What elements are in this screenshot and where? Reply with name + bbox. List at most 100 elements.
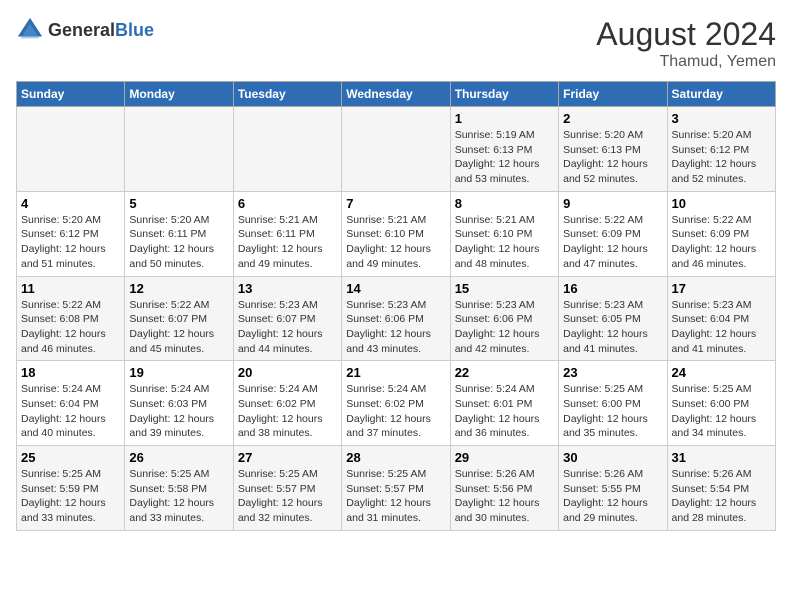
day-info: Sunrise: 5:24 AM Sunset: 6:01 PM Dayligh… bbox=[455, 382, 554, 441]
day-number: 13 bbox=[238, 281, 337, 296]
day-info: Sunrise: 5:25 AM Sunset: 5:58 PM Dayligh… bbox=[129, 467, 228, 526]
header-day: Saturday bbox=[667, 82, 775, 107]
calendar-body: 1Sunrise: 5:19 AM Sunset: 6:13 PM Daylig… bbox=[17, 107, 776, 531]
day-info: Sunrise: 5:20 AM Sunset: 6:12 PM Dayligh… bbox=[21, 213, 120, 272]
header-day: Wednesday bbox=[342, 82, 450, 107]
calendar-cell: 11Sunrise: 5:22 AM Sunset: 6:08 PM Dayli… bbox=[17, 276, 125, 361]
calendar-title: August 2024 bbox=[596, 16, 776, 53]
page-header: GeneralBlue August 2024 Thamud, Yemen bbox=[16, 16, 776, 71]
calendar-cell: 17 Sunrise: 5:23 AM Sunset: 6:04 PM Dayli… bbox=[667, 276, 775, 361]
day-number: 27 bbox=[238, 450, 337, 465]
calendar-cell: 7Sunrise: 5:21 AM Sunset: 6:10 PM Daylig… bbox=[342, 191, 450, 276]
calendar-cell: 4 Sunrise: 5:20 AM Sunset: 6:12 PM Daylig… bbox=[17, 191, 125, 276]
day-number: 20 bbox=[238, 365, 337, 380]
logo-icon bbox=[16, 16, 44, 44]
day-info: Sunrise: 5:25 AM Sunset: 5:57 PM Dayligh… bbox=[346, 467, 445, 526]
calendar-week-row: 1Sunrise: 5:19 AM Sunset: 6:13 PM Daylig… bbox=[17, 107, 776, 192]
calendar-week-row: 4 Sunrise: 5:20 AM Sunset: 6:12 PM Daylig… bbox=[17, 191, 776, 276]
calendar-cell: 22 Sunrise: 5:24 AM Sunset: 6:01 PM Dayli… bbox=[450, 361, 558, 446]
calendar-cell: 20 Sunrise: 5:24 AM Sunset: 6:02 PM Dayli… bbox=[233, 361, 341, 446]
day-info: Sunrise: 5:26 AM Sunset: 5:54 PM Dayligh… bbox=[672, 467, 771, 526]
day-number: 15 bbox=[455, 281, 554, 296]
calendar-week-row: 25 Sunrise: 5:25 AM Sunset: 5:59 PM Dayli… bbox=[17, 446, 776, 531]
header-day: Thursday bbox=[450, 82, 558, 107]
calendar-cell: 1Sunrise: 5:19 AM Sunset: 6:13 PM Daylig… bbox=[450, 107, 558, 192]
header-day: Friday bbox=[559, 82, 667, 107]
day-number: 12 bbox=[129, 281, 228, 296]
day-number: 7 bbox=[346, 196, 445, 211]
day-info: Sunrise: 5:24 AM Sunset: 6:02 PM Dayligh… bbox=[238, 382, 337, 441]
calendar-cell: 3 Sunrise: 5:20 AM Sunset: 6:12 PM Daylig… bbox=[667, 107, 775, 192]
day-info: Sunrise: 5:25 AM Sunset: 6:00 PM Dayligh… bbox=[672, 382, 771, 441]
calendar-week-row: 18 Sunrise: 5:24 AM Sunset: 6:04 PM Dayli… bbox=[17, 361, 776, 446]
header-row: SundayMondayTuesdayWednesdayThursdayFrid… bbox=[17, 82, 776, 107]
calendar-cell: 9 Sunrise: 5:22 AM Sunset: 6:09 PM Daylig… bbox=[559, 191, 667, 276]
title-block: August 2024 Thamud, Yemen bbox=[596, 16, 776, 71]
calendar-cell: 26 Sunrise: 5:25 AM Sunset: 5:58 PM Dayli… bbox=[125, 446, 233, 531]
day-number: 26 bbox=[129, 450, 228, 465]
day-info: Sunrise: 5:23 AM Sunset: 6:06 PM Dayligh… bbox=[455, 298, 554, 357]
day-info: Sunrise: 5:26 AM Sunset: 5:55 PM Dayligh… bbox=[563, 467, 662, 526]
day-info: Sunrise: 5:25 AM Sunset: 5:59 PM Dayligh… bbox=[21, 467, 120, 526]
logo: GeneralBlue bbox=[16, 16, 154, 44]
calendar-cell bbox=[233, 107, 341, 192]
day-number: 25 bbox=[21, 450, 120, 465]
calendar-cell: 24Sunrise: 5:25 AM Sunset: 6:00 PM Dayli… bbox=[667, 361, 775, 446]
header-day: Monday bbox=[125, 82, 233, 107]
day-number: 22 bbox=[455, 365, 554, 380]
day-number: 19 bbox=[129, 365, 228, 380]
calendar-cell: 29 Sunrise: 5:26 AM Sunset: 5:56 PM Dayli… bbox=[450, 446, 558, 531]
calendar-cell: 25 Sunrise: 5:25 AM Sunset: 5:59 PM Dayli… bbox=[17, 446, 125, 531]
day-number: 18 bbox=[21, 365, 120, 380]
calendar-cell: 5 Sunrise: 5:20 AM Sunset: 6:11 PM Daylig… bbox=[125, 191, 233, 276]
calendar-cell: 23 Sunrise: 5:25 AM Sunset: 6:00 PM Dayli… bbox=[559, 361, 667, 446]
day-info: Sunrise: 5:25 AM Sunset: 6:00 PM Dayligh… bbox=[563, 382, 662, 441]
day-number: 31 bbox=[672, 450, 771, 465]
day-info: Sunrise: 5:19 AM Sunset: 6:13 PM Dayligh… bbox=[455, 128, 554, 187]
logo-general: General bbox=[48, 20, 115, 40]
day-number: 10 bbox=[672, 196, 771, 211]
calendar-cell: 30Sunrise: 5:26 AM Sunset: 5:55 PM Dayli… bbox=[559, 446, 667, 531]
day-info: Sunrise: 5:24 AM Sunset: 6:03 PM Dayligh… bbox=[129, 382, 228, 441]
day-info: Sunrise: 5:21 AM Sunset: 6:11 PM Dayligh… bbox=[238, 213, 337, 272]
day-number: 29 bbox=[455, 450, 554, 465]
day-info: Sunrise: 5:22 AM Sunset: 6:08 PM Dayligh… bbox=[21, 298, 120, 357]
day-info: Sunrise: 5:20 AM Sunset: 6:13 PM Dayligh… bbox=[563, 128, 662, 187]
day-number: 9 bbox=[563, 196, 662, 211]
header-day: Sunday bbox=[17, 82, 125, 107]
day-number: 17 bbox=[672, 281, 771, 296]
day-info: Sunrise: 5:23 AM Sunset: 6:06 PM Dayligh… bbox=[346, 298, 445, 357]
day-info: Sunrise: 5:23 AM Sunset: 6:04 PM Dayligh… bbox=[672, 298, 771, 357]
calendar-cell bbox=[342, 107, 450, 192]
calendar-cell bbox=[125, 107, 233, 192]
day-info: Sunrise: 5:22 AM Sunset: 6:09 PM Dayligh… bbox=[563, 213, 662, 272]
day-info: Sunrise: 5:23 AM Sunset: 6:07 PM Dayligh… bbox=[238, 298, 337, 357]
calendar-cell: 13 Sunrise: 5:23 AM Sunset: 6:07 PM Dayli… bbox=[233, 276, 341, 361]
day-number: 5 bbox=[129, 196, 228, 211]
calendar-table: SundayMondayTuesdayWednesdayThursdayFrid… bbox=[16, 81, 776, 531]
day-number: 4 bbox=[21, 196, 120, 211]
day-number: 23 bbox=[563, 365, 662, 380]
logo-blue: Blue bbox=[115, 20, 154, 40]
calendar-cell: 31 Sunrise: 5:26 AM Sunset: 5:54 PM Dayli… bbox=[667, 446, 775, 531]
calendar-cell: 6 Sunrise: 5:21 AM Sunset: 6:11 PM Daylig… bbox=[233, 191, 341, 276]
day-number: 3 bbox=[672, 111, 771, 126]
day-info: Sunrise: 5:20 AM Sunset: 6:12 PM Dayligh… bbox=[672, 128, 771, 187]
calendar-cell: 10Sunrise: 5:22 AM Sunset: 6:09 PM Dayli… bbox=[667, 191, 775, 276]
calendar-subtitle: Thamud, Yemen bbox=[596, 53, 776, 71]
calendar-cell: 18 Sunrise: 5:24 AM Sunset: 6:04 PM Dayli… bbox=[17, 361, 125, 446]
day-number: 6 bbox=[238, 196, 337, 211]
day-number: 28 bbox=[346, 450, 445, 465]
header-day: Tuesday bbox=[233, 82, 341, 107]
day-info: Sunrise: 5:24 AM Sunset: 6:04 PM Dayligh… bbox=[21, 382, 120, 441]
calendar-cell: 15 Sunrise: 5:23 AM Sunset: 6:06 PM Dayli… bbox=[450, 276, 558, 361]
calendar-header: SundayMondayTuesdayWednesdayThursdayFrid… bbox=[17, 82, 776, 107]
day-number: 21 bbox=[346, 365, 445, 380]
calendar-cell: 12Sunrise: 5:22 AM Sunset: 6:07 PM Dayli… bbox=[125, 276, 233, 361]
day-info: Sunrise: 5:25 AM Sunset: 5:57 PM Dayligh… bbox=[238, 467, 337, 526]
calendar-week-row: 11Sunrise: 5:22 AM Sunset: 6:08 PM Dayli… bbox=[17, 276, 776, 361]
day-info: Sunrise: 5:26 AM Sunset: 5:56 PM Dayligh… bbox=[455, 467, 554, 526]
calendar-cell bbox=[17, 107, 125, 192]
calendar-cell: 16Sunrise: 5:23 AM Sunset: 6:05 PM Dayli… bbox=[559, 276, 667, 361]
day-info: Sunrise: 5:20 AM Sunset: 6:11 PM Dayligh… bbox=[129, 213, 228, 272]
